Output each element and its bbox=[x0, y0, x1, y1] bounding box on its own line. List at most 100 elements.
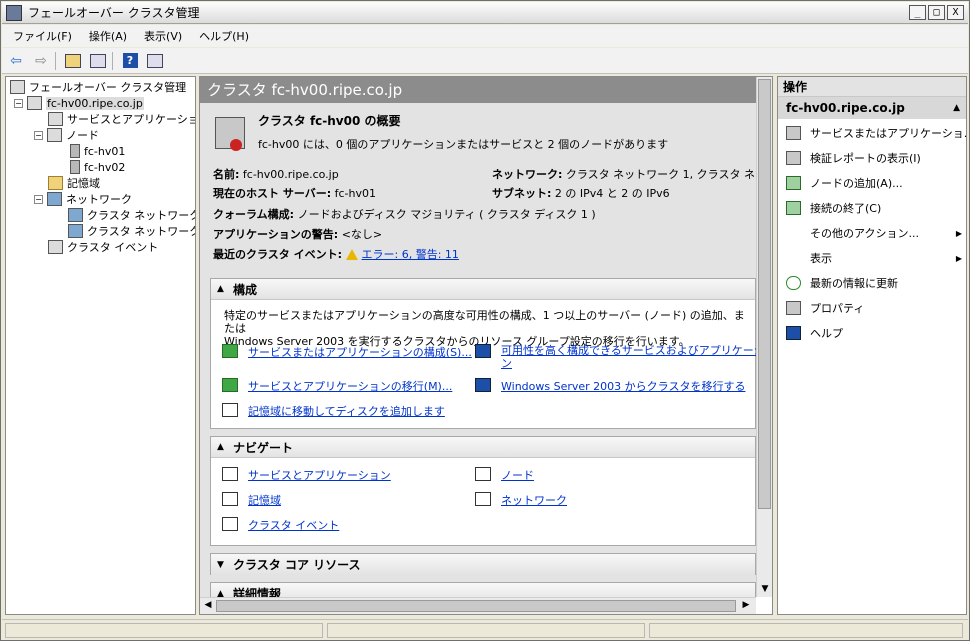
tree-item-events[interactable]: クラスタ イベント bbox=[48, 239, 158, 255]
migrate-services-item[interactable]: サービスとアプリケーションの移行(M)... bbox=[222, 378, 452, 394]
actions-section-header[interactable]: fc-hv00.ripe.co.jp ▲ bbox=[778, 97, 966, 119]
actions-header: 操作 bbox=[778, 77, 966, 97]
tree-item-cluster[interactable]: − fc-hv00.ripe.co.jp bbox=[14, 95, 144, 111]
forward-button[interactable]: ⇨ bbox=[30, 51, 52, 71]
core-resources-header[interactable]: ▼ クラスタ コア リソース bbox=[211, 554, 755, 575]
nav-events-item[interactable]: クラスタ イベント bbox=[222, 517, 339, 533]
back-button[interactable]: ⇦ bbox=[5, 51, 27, 71]
migrate-services-link[interactable]: サービスとアプリケーションの移行(M)... bbox=[248, 378, 452, 394]
status-bar bbox=[2, 619, 968, 640]
collapse-arrow-icon[interactable]: ▲ bbox=[217, 442, 233, 452]
collapse-caret-icon[interactable]: ▲ bbox=[953, 97, 960, 119]
action-label: その他のアクション... bbox=[810, 227, 919, 240]
collapse-toggle[interactable]: − bbox=[14, 98, 23, 108]
tree-item-storage[interactable]: 記憶域 bbox=[48, 175, 100, 191]
tree-item-services[interactable]: サービスとアプリケーション bbox=[48, 111, 195, 127]
nav-services-link[interactable]: サービスとアプリケーション bbox=[248, 467, 391, 483]
menu-action[interactable]: 操作(A) bbox=[89, 28, 127, 44]
report-icon bbox=[786, 151, 801, 165]
migrate-ws2003-item[interactable]: Windows Server 2003 からクラスタを移行する bbox=[475, 378, 745, 394]
tree-item-node-1[interactable]: fc-hv01 bbox=[70, 143, 125, 159]
menu-help[interactable]: ヘルプ(H) bbox=[199, 28, 249, 44]
configure-header[interactable]: ▲ 構成 bbox=[211, 279, 755, 300]
tree-item-network-2[interactable]: クラスタ ネットワーク 2 bbox=[68, 223, 195, 239]
collapse-arrow-icon[interactable]: ▲ bbox=[217, 284, 233, 294]
ha-services-link[interactable]: 可用性を高く構成できるサービスおよびアプリケーショ bbox=[501, 344, 756, 357]
action-configure-service[interactable]: サービスまたはアプリケーショ... bbox=[786, 124, 966, 142]
help-icon: ? bbox=[122, 53, 138, 68]
go-arrow-icon bbox=[222, 378, 238, 392]
action-close-connection[interactable]: 接続の終了(C) bbox=[786, 199, 964, 217]
tree-item-node-2[interactable]: fc-hv02 bbox=[70, 159, 125, 175]
recent-events-link[interactable]: エラー: 6, 警告: 11 bbox=[362, 248, 459, 261]
minimize-button[interactable]: _ bbox=[909, 5, 926, 20]
toolbar: ⇦ ⇨ ? bbox=[2, 48, 968, 74]
action-add-node[interactable]: ノードの追加(A)... bbox=[786, 174, 964, 192]
up-folder-button[interactable] bbox=[62, 51, 84, 71]
nav-nodes-link[interactable]: ノード bbox=[501, 467, 534, 483]
subnet-label: サブネット: bbox=[492, 187, 552, 200]
horizontal-scrollbar[interactable]: ◀ ▶ bbox=[200, 597, 756, 614]
collapse-toggle[interactable]: − bbox=[34, 194, 43, 204]
action-label: ノードの追加(A)... bbox=[810, 177, 903, 190]
action-pane-icon bbox=[147, 53, 163, 68]
help-toolbar-button[interactable]: ? bbox=[119, 51, 141, 71]
close-button[interactable]: X bbox=[947, 5, 964, 20]
show-hide-action-pane-button[interactable] bbox=[144, 51, 166, 71]
go-arrow-icon bbox=[222, 344, 238, 358]
action-more-actions[interactable]: その他のアクション... ▶ bbox=[786, 224, 964, 242]
configure-service-link[interactable]: サービスまたはアプリケーションの構成(S)... bbox=[248, 344, 472, 360]
navigate-header[interactable]: ▲ ナビゲート bbox=[211, 437, 755, 458]
quorum-value: ノードおよびディスク マジョリティ ( クラスタ ディスク 1 ) bbox=[297, 208, 596, 221]
ha-services-item[interactable]: 可用性を高く構成できるサービスおよびアプリケーション bbox=[475, 344, 756, 370]
result-pane: クラスタ fc-hv00.ripe.co.jp クラスタ fc-hv00 の概要… bbox=[199, 76, 773, 615]
scroll-down-arrow-icon[interactable]: ▼ bbox=[759, 584, 771, 594]
add-disk-link[interactable]: 記憶域に移動してディスクを追加します bbox=[248, 403, 445, 419]
action-refresh[interactable]: 最新の情報に更新 bbox=[786, 274, 964, 292]
title-bar: フェールオーバー クラスタ管理 _ □ X bbox=[2, 2, 968, 24]
configure-service-item[interactable]: サービスまたはアプリケーションの構成(S)... bbox=[222, 344, 472, 360]
services-icon bbox=[786, 126, 801, 140]
server-icon bbox=[70, 160, 80, 174]
collapse-toggle[interactable]: − bbox=[34, 130, 43, 140]
ha-services-link-cont[interactable]: ン bbox=[501, 357, 756, 370]
action-label: ヘルプ bbox=[810, 327, 843, 340]
tree-item-network-1[interactable]: クラスタ ネットワーク 1 bbox=[68, 207, 195, 223]
configure-title: 構成 bbox=[233, 282, 258, 297]
nav-storage-item[interactable]: 記憶域 bbox=[222, 492, 281, 508]
scroll-left-arrow-icon[interactable]: ◀ bbox=[202, 600, 214, 610]
action-view[interactable]: 表示 ▶ bbox=[786, 249, 964, 267]
tree-item-root[interactable]: フェールオーバー クラスタ管理 bbox=[10, 79, 186, 95]
maximize-button[interactable]: □ bbox=[928, 5, 945, 20]
tree-item-nodes[interactable]: − ノード bbox=[34, 127, 99, 143]
more-info-header[interactable]: ▲ 詳細情報 bbox=[211, 583, 755, 597]
expand-arrow-icon[interactable]: ▼ bbox=[217, 560, 233, 570]
show-hide-tree-button[interactable] bbox=[87, 51, 109, 71]
event-log-icon bbox=[48, 240, 63, 254]
collapse-arrow-icon[interactable]: ▲ bbox=[217, 589, 233, 598]
migrate-ws2003-link[interactable]: Windows Server 2003 からクラスタを移行する bbox=[501, 378, 745, 394]
nav-events-link[interactable]: クラスタ イベント bbox=[248, 517, 339, 533]
action-help[interactable]: ヘルプ bbox=[786, 324, 964, 342]
action-properties[interactable]: プロパティ bbox=[786, 299, 964, 317]
forward-arrow-icon: ⇨ bbox=[35, 52, 47, 69]
nav-services-item[interactable]: サービスとアプリケーション bbox=[222, 467, 391, 483]
storage-link-icon bbox=[222, 403, 238, 417]
horizontal-scroll-thumb[interactable] bbox=[216, 600, 736, 612]
nav-networks-link[interactable]: ネットワーク bbox=[501, 492, 567, 508]
network-row: ネットワーク: クラスタ ネットワーク 1, クラスタ ネットワーク 2 bbox=[492, 166, 756, 182]
menu-file[interactable]: ファイル(F) bbox=[13, 28, 72, 44]
vertical-scrollbar[interactable]: ▼ bbox=[756, 77, 772, 597]
vertical-scroll-thumb[interactable] bbox=[758, 79, 771, 509]
add-disk-item[interactable]: 記憶域に移動してディスクを追加します bbox=[222, 403, 445, 419]
action-view-validation-report[interactable]: 検証レポートの表示(I) bbox=[786, 149, 964, 167]
app-warning-label: アプリケーションの警告: bbox=[213, 228, 339, 241]
shortcut-icon bbox=[222, 517, 238, 531]
scroll-right-arrow-icon[interactable]: ▶ bbox=[740, 600, 752, 610]
nav-networks-item[interactable]: ネットワーク bbox=[475, 492, 567, 508]
add-node-icon bbox=[786, 176, 801, 190]
nav-nodes-item[interactable]: ノード bbox=[475, 467, 534, 483]
nav-storage-link[interactable]: 記憶域 bbox=[248, 492, 281, 508]
tree-item-networks[interactable]: − ネットワーク bbox=[34, 191, 132, 207]
menu-view[interactable]: 表示(V) bbox=[144, 28, 182, 44]
